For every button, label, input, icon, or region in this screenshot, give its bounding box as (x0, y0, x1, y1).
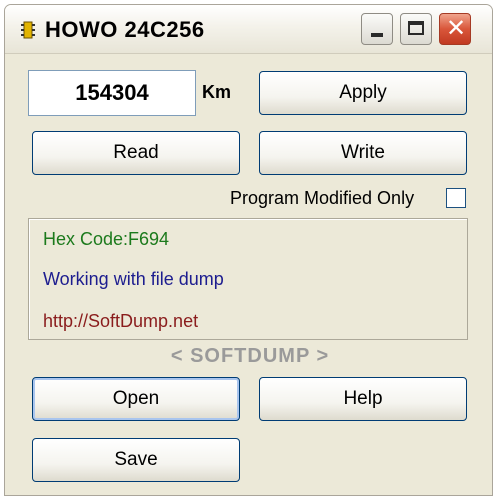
maximize-icon (408, 21, 424, 35)
maximize-button[interactable] (400, 13, 432, 45)
close-button[interactable]: ✕ (439, 13, 471, 45)
chip-icon (21, 21, 35, 39)
brand-label: < SOFTDUMP > (170, 345, 330, 367)
program-modified-only-label: Program Modified Only (230, 188, 415, 208)
open-button[interactable]: Open (32, 377, 240, 421)
mileage-input[interactable]: 154304 (28, 70, 196, 116)
close-icon: ✕ (445, 15, 467, 42)
write-button[interactable]: Write (259, 131, 467, 175)
minimize-button[interactable] (361, 13, 393, 45)
apply-button[interactable]: Apply (259, 71, 467, 115)
help-button[interactable]: Help (259, 377, 467, 421)
program-modified-only-checkbox[interactable] (446, 188, 466, 208)
window-title: HOWO 24C256 (45, 17, 205, 42)
info-panel: Hex Code:F694 Working with file dump htt… (28, 218, 468, 340)
status-text: Working with file dump (43, 269, 224, 289)
read-button[interactable]: Read (32, 131, 240, 175)
title-bar[interactable]: HOWO 24C256 ✕ (5, 5, 492, 54)
minimize-icon (371, 33, 383, 37)
hex-code-text: Hex Code:F694 (43, 229, 170, 249)
website-link[interactable]: http://SoftDump.net (43, 311, 198, 332)
mileage-unit-label: Km (202, 82, 232, 102)
save-button[interactable]: Save (32, 438, 240, 482)
